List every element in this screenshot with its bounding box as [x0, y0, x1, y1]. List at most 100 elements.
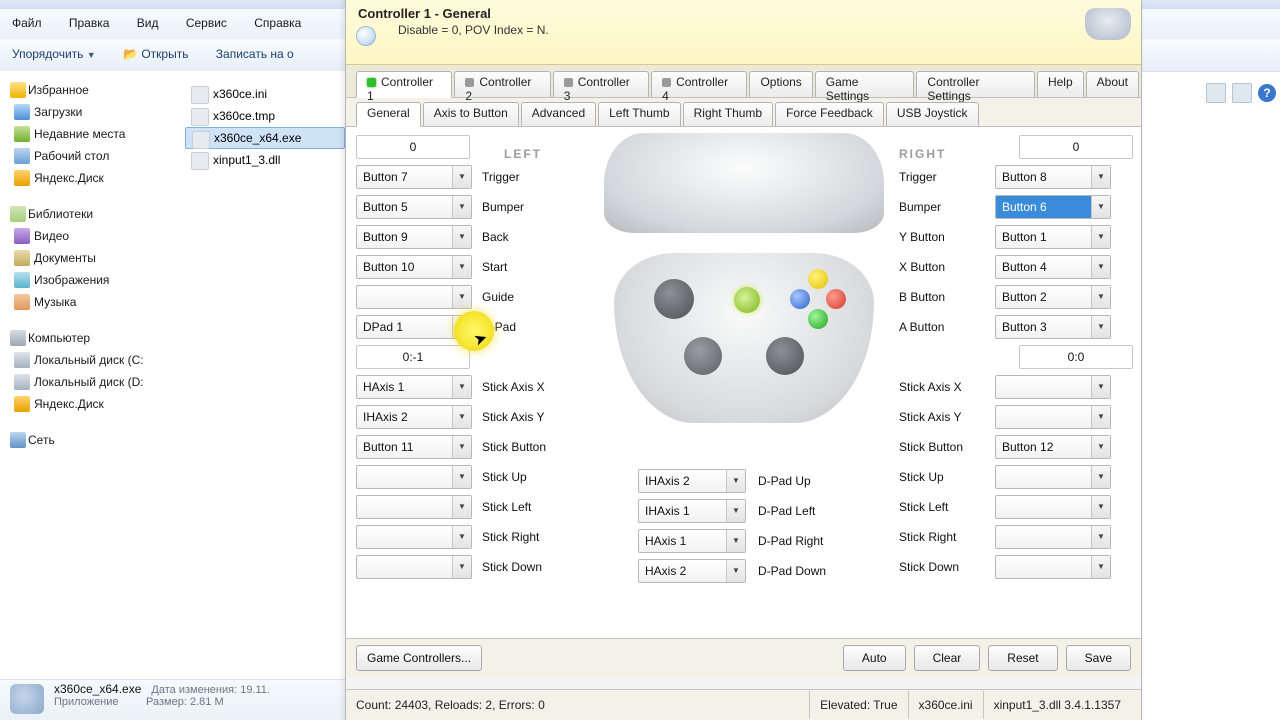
toolbar-open[interactable]: 📂 Открыть [111, 39, 200, 69]
combo-left-stick-btn[interactable]: Button 11▼ [356, 435, 472, 459]
combo-right-trigger[interactable]: Button 8▼ [995, 165, 1111, 189]
nav-libraries[interactable]: Библиотеки [0, 203, 185, 225]
tab-left-thumb[interactable]: Left Thumb [598, 102, 680, 126]
combo-x-button[interactable]: Button 4▼ [995, 255, 1111, 279]
auto-button[interactable]: Auto [843, 645, 906, 671]
file-item[interactable]: x360ce.ini [185, 83, 345, 105]
combo-left-stick-x[interactable]: HAxis 1▼ [356, 375, 472, 399]
combo-left-stick-left[interactable]: ▼ [356, 495, 472, 519]
label-stick-left: Stick Left [482, 500, 531, 514]
label-b-button: B Button [899, 290, 985, 304]
label-stick-down: Stick Down [482, 560, 542, 574]
combo-right-stick-down[interactable]: ▼ [995, 555, 1111, 579]
label-right-stick-left: Stick Left [899, 500, 985, 514]
label-stick-up: Stick Up [482, 470, 527, 484]
explorer-nav-tree[interactable]: Избранное Загрузки Недавние места Рабочи… [0, 71, 186, 699]
nav-yandex-fav[interactable]: Яндекс.Диск [0, 167, 185, 189]
combo-dpad-down[interactable]: HAxis 2▼ [638, 559, 746, 583]
help-icon[interactable]: ? [1258, 84, 1276, 102]
nav-music[interactable]: Музыка [0, 291, 185, 313]
combo-right-stick-right[interactable]: ▼ [995, 525, 1111, 549]
file-item-selected[interactable]: x360ce_x64.exe [185, 127, 345, 149]
view-mode-icon[interactable] [1206, 83, 1226, 103]
toolbar-burn[interactable]: Записать на о [204, 39, 306, 69]
combo-left-stick-up[interactable]: ▼ [356, 465, 472, 489]
nav-yandex-disk[interactable]: Яндекс.Диск [0, 393, 185, 415]
combo-guide[interactable]: ▼ [356, 285, 472, 309]
tab-usb-joystick[interactable]: USB Joystick [886, 102, 979, 126]
tab-controller-3[interactable]: Controller 3 [553, 71, 649, 97]
nav-computer[interactable]: Компьютер [0, 327, 185, 349]
combo-y-button[interactable]: Button 1▼ [995, 225, 1111, 249]
menu-help[interactable]: Справка [242, 9, 313, 37]
save-button[interactable]: Save [1066, 645, 1131, 671]
right-stick-icon [766, 337, 804, 375]
tab-controller-1[interactable]: Controller 1 [356, 71, 452, 98]
face-button-a-icon [808, 309, 828, 329]
combo-left-stick-down[interactable]: ▼ [356, 555, 472, 579]
combo-left-bumper[interactable]: Button 5▼ [356, 195, 472, 219]
menu-tools[interactable]: Сервис [174, 9, 239, 37]
combo-back[interactable]: Button 9▼ [356, 225, 472, 249]
label-dpad-up: D-Pad Up [758, 474, 811, 488]
combo-left-stick-y[interactable]: IHAxis 2▼ [356, 405, 472, 429]
tab-game-settings[interactable]: Game Settings [815, 71, 915, 97]
tab-advanced[interactable]: Advanced [521, 102, 596, 126]
combo-start[interactable]: Button 10▼ [356, 255, 472, 279]
menu-edit[interactable]: Правка [57, 9, 122, 37]
combo-right-stick-y[interactable]: ▼ [995, 405, 1111, 429]
tab-force-feedback[interactable]: Force Feedback [775, 102, 884, 126]
nav-downloads[interactable]: Загрузки [0, 101, 185, 123]
nav-recent[interactable]: Недавние места [0, 123, 185, 145]
tab-controller-2[interactable]: Controller 2 [454, 71, 550, 97]
detail-filename: x360ce_x64.exe [54, 682, 141, 696]
right-column-header: RIGHT [899, 147, 946, 161]
tab-right-thumb[interactable]: Right Thumb [683, 102, 773, 126]
section-tabs: General Axis to Button Advanced Left Thu… [346, 98, 1141, 127]
explorer-file-list[interactable]: x360ce.ini x360ce.tmp x360ce_x64.exe xin… [185, 71, 345, 703]
combo-dpad-right[interactable]: HAxis 1▼ [638, 529, 746, 553]
clear-button[interactable]: Clear [914, 645, 981, 671]
toolbar-organize[interactable]: Упорядочить ▼ [0, 39, 108, 69]
preview-pane-icon[interactable] [1232, 83, 1252, 103]
face-button-x-icon [790, 289, 810, 309]
label-trigger: Trigger [482, 170, 520, 184]
tab-options[interactable]: Options [749, 71, 812, 97]
tab-about[interactable]: About [1086, 71, 1139, 97]
combo-b-button[interactable]: Button 2▼ [995, 285, 1111, 309]
combo-left-stick-right[interactable]: ▼ [356, 525, 472, 549]
mapping-panel: 0 LEFT Button 7▼Trigger Button 5▼Bumper … [346, 127, 1141, 657]
combo-right-stick-left[interactable]: ▼ [995, 495, 1111, 519]
nav-disk-c[interactable]: Локальный диск (C: [0, 349, 185, 371]
combo-dpad-up[interactable]: IHAxis 2▼ [638, 469, 746, 493]
combo-a-button[interactable]: Button 3▼ [995, 315, 1111, 339]
label-dpad-down: D-Pad Down [758, 564, 826, 578]
combo-dpad-left[interactable]: IHAxis 1▼ [638, 499, 746, 523]
game-controllers-button[interactable]: Game Controllers... [356, 645, 482, 671]
tab-controller-4[interactable]: Controller 4 [651, 71, 747, 97]
file-item[interactable]: x360ce.tmp [185, 105, 345, 127]
controller-icon [1085, 8, 1131, 40]
tab-help[interactable]: Help [1037, 71, 1084, 97]
nav-documents[interactable]: Документы [0, 247, 185, 269]
tab-controller-settings[interactable]: Controller Settings [916, 71, 1035, 97]
menu-file[interactable]: Файл [0, 9, 54, 37]
combo-right-stick-x[interactable]: ▼ [995, 375, 1111, 399]
combo-left-trigger[interactable]: Button 7▼ [356, 165, 472, 189]
nav-network[interactable]: Сеть [0, 429, 185, 451]
reset-button[interactable]: Reset [988, 645, 1057, 671]
menu-view[interactable]: Вид [125, 9, 171, 37]
tab-axis-to-button[interactable]: Axis to Button [423, 102, 519, 126]
tab-general[interactable]: General [356, 102, 421, 127]
nav-disk-d[interactable]: Локальный диск (D: [0, 371, 185, 393]
nav-pictures[interactable]: Изображения [0, 269, 185, 291]
nav-favorites[interactable]: Избранное [0, 79, 185, 101]
combo-right-bumper[interactable]: Button 6▼ [995, 195, 1111, 219]
face-button-y-icon [808, 269, 828, 289]
combo-right-stick-btn[interactable]: Button 12▼ [995, 435, 1111, 459]
file-item[interactable]: xinput1_3.dll [185, 149, 345, 171]
combo-right-stick-up[interactable]: ▼ [995, 465, 1111, 489]
nav-desktop[interactable]: Рабочий стол [0, 145, 185, 167]
nav-videos[interactable]: Видео [0, 225, 185, 247]
label-right-stick-y: Stick Axis Y [899, 410, 985, 424]
